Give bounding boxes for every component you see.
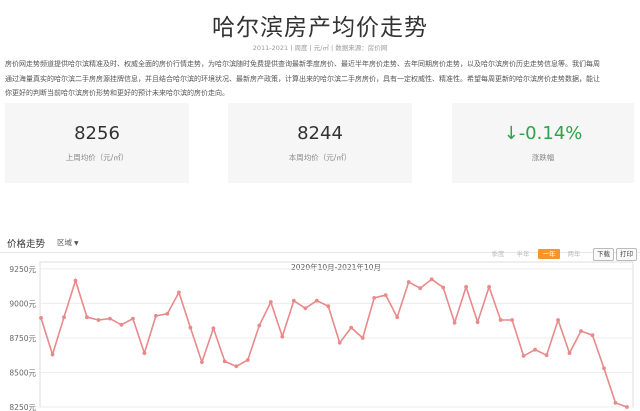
data-point: [62, 315, 66, 320]
data-point: [85, 315, 89, 320]
data-point: [234, 364, 239, 369]
data-point: [154, 314, 158, 318]
data-point: [613, 401, 618, 405]
data-point: [280, 334, 285, 339]
data-point: [349, 325, 354, 330]
data-point: [326, 304, 331, 309]
data-point: [383, 293, 388, 297]
data-point: [441, 285, 446, 290]
data-point: [177, 290, 181, 295]
data-point: [314, 298, 319, 303]
y-tick-label: 8250元: [9, 403, 36, 411]
data-point: [556, 318, 560, 322]
data-point: [303, 306, 308, 311]
data-point: [521, 354, 526, 358]
data-point: [406, 280, 411, 284]
data-point: [268, 300, 273, 304]
data-point: [510, 318, 514, 322]
data-point: [475, 320, 480, 324]
data-point: [245, 358, 250, 362]
data-point: [96, 318, 101, 322]
data-point: [108, 316, 112, 321]
data-point: [291, 298, 296, 303]
data-point: [200, 360, 204, 364]
data-point: [429, 277, 434, 282]
data-point: [498, 318, 503, 322]
data-point: [487, 285, 491, 289]
data-point: [119, 322, 124, 327]
data-point: [211, 326, 216, 331]
data-point: [39, 316, 43, 320]
data-point: [533, 347, 537, 352]
price-trend-chart: 2020年10月-2021年10月 9250元 9000元 8750元 8500元 82…: [9, 261, 634, 411]
data-point: [567, 351, 572, 355]
y-tick-label: 8750元: [9, 334, 36, 343]
data-point: [452, 320, 457, 325]
data-point: [222, 359, 227, 364]
data-point: [188, 325, 193, 330]
data-point: [395, 315, 400, 320]
data-point: [337, 340, 342, 345]
data-point: [372, 296, 377, 300]
y-tick-label: 9250元: [9, 265, 36, 274]
series-line: [40, 277, 628, 408]
data-point: [579, 329, 583, 333]
data-point: [360, 336, 365, 340]
data-point: [257, 323, 262, 328]
data-point: [142, 351, 147, 355]
data-point: [73, 278, 78, 283]
data-point: [131, 316, 135, 321]
data-point: [544, 353, 549, 358]
data-point: [464, 285, 468, 289]
data-point: [602, 366, 606, 371]
data-point: [165, 311, 170, 316]
data-point: [50, 352, 55, 357]
y-tick-label: 8500元: [9, 368, 36, 377]
y-tick-label: 9000元: [9, 299, 36, 308]
data-point: [625, 405, 629, 409]
chart-title: 2020年10月-2021年10月: [291, 262, 381, 272]
data-point: [590, 333, 595, 338]
data-point: [418, 286, 423, 291]
